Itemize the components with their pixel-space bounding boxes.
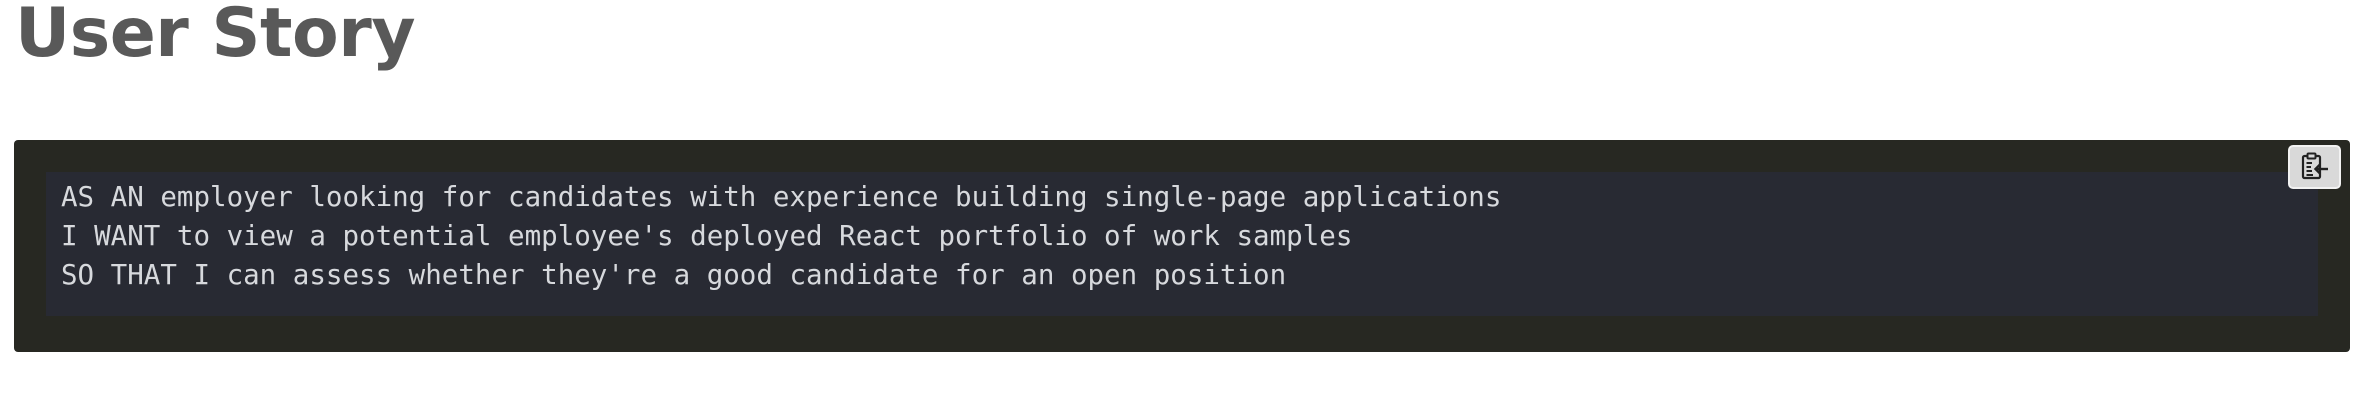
copy-to-clipboard-button[interactable] [2288, 145, 2341, 189]
code-content: AS AN employer looking for candidates wi… [46, 172, 2318, 316]
clipboard-copy-icon [2301, 152, 2328, 180]
page-title: User Story [15, 0, 416, 73]
code-line: AS AN employer looking for candidates wi… [61, 181, 1502, 213]
code-block: AS AN employer looking for candidates wi… [14, 140, 2350, 352]
code-line: SO THAT I can assess whether they're a g… [61, 259, 1287, 291]
code-line: I WANT to view a potential employee's de… [61, 220, 1353, 252]
